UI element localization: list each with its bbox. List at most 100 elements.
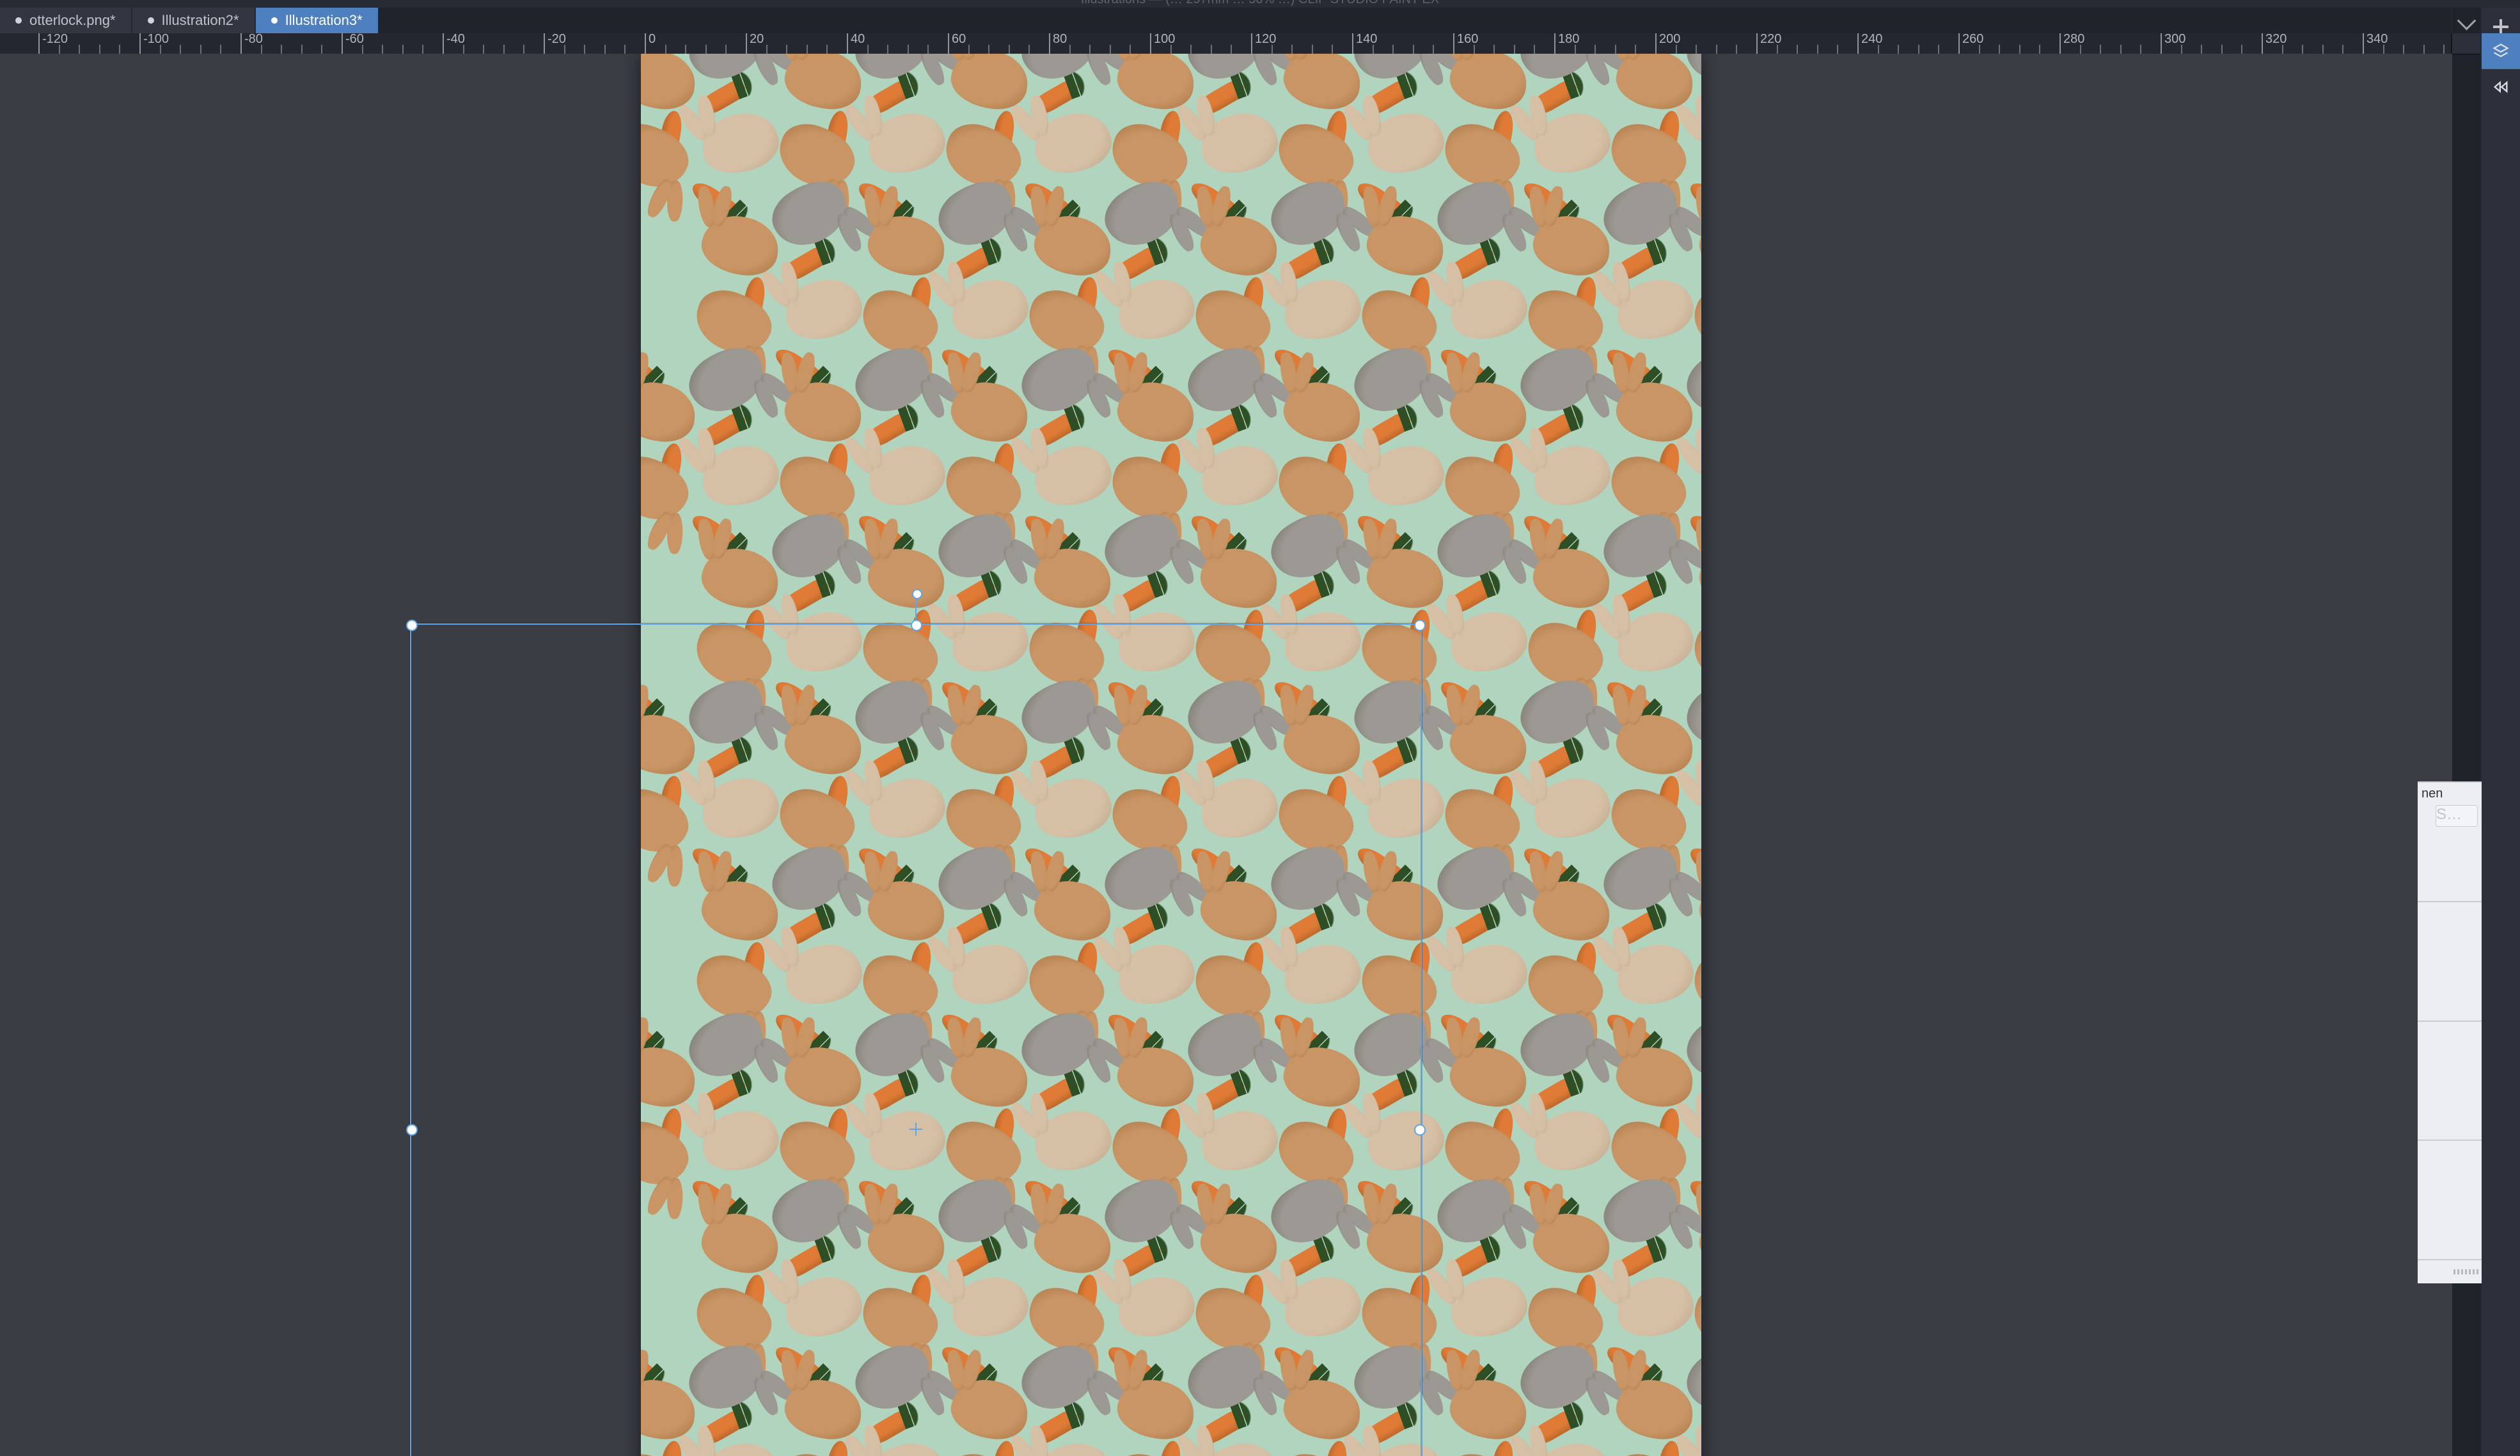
rabbit-motif [1114, 54, 1197, 113]
plus-icon [2493, 19, 2508, 35]
ruler-tick-minor [1514, 45, 1515, 54]
ruler-label: 0 [649, 33, 656, 47]
ruler-tick-minor [1211, 45, 1212, 54]
ruler-label: -120 [42, 33, 68, 47]
rabbit-motif [1609, 935, 1700, 1014]
rabbit-motif [1446, 378, 1530, 446]
tabs-overflow-button[interactable] [2451, 8, 2482, 33]
ruler-tick-major [342, 33, 343, 54]
canvas-viewport[interactable] [0, 54, 2452, 1456]
ruler-tick-minor [1898, 45, 1899, 54]
ruler-tick-minor [503, 45, 505, 54]
ruler-tick-minor [725, 45, 727, 54]
tool-button[interactable] [2482, 69, 2520, 105]
rabbit-motif [1446, 1043, 1530, 1111]
ruler-tick-minor [99, 45, 100, 54]
ruler-corner[interactable] [2451, 33, 2482, 55]
ruler-tick-minor [422, 45, 423, 54]
ruler-tick-minor [1797, 45, 1798, 54]
ruler-tick-minor [1170, 45, 1172, 54]
resize-handle-tm[interactable] [911, 620, 922, 631]
ruler-tick-minor [119, 45, 120, 54]
ruler-tick-minor [1595, 45, 1596, 54]
grip-icon [2453, 1269, 2479, 1274]
dirty-indicator-icon [148, 17, 154, 24]
panel[interactable] [2418, 901, 2482, 1021]
rabbit-motif [1197, 212, 1280, 279]
selection-bounding-box[interactable] [410, 623, 1422, 1456]
ruler-tick-minor [908, 45, 909, 54]
ruler-tick-minor [2120, 45, 2122, 54]
rabbit-motif [1277, 270, 1367, 349]
ruler-tick-major [1655, 33, 1657, 54]
rewind-icon [2492, 78, 2510, 96]
ruler-tick-minor [301, 45, 303, 54]
rabbit-motif [1193, 104, 1284, 183]
ruler-tick-minor [382, 45, 383, 54]
ruler-tick-minor [1028, 45, 1030, 54]
resize-handle-tl[interactable] [406, 620, 418, 631]
rotation-handle[interactable] [912, 589, 922, 599]
document-tab[interactable]: Illustration2* [132, 8, 256, 33]
ruler-tick-major [2161, 33, 2162, 54]
panel[interactable] [2418, 1139, 2482, 1259]
document-tab[interactable]: otterlock.png* [0, 8, 132, 33]
ruler-tick-minor [1312, 45, 1313, 54]
ruler-tick-minor [604, 45, 606, 54]
ruler-tick-minor [2383, 45, 2384, 54]
rabbit-motif [778, 270, 869, 349]
right-panel-stack: nen S… [2418, 781, 2482, 1283]
window-titlebar: Illustrations — (… 297mm … 50% …) CLIP S… [0, 0, 2520, 8]
ruler-tick-minor [988, 45, 989, 54]
rabbit-motif [1110, 270, 1201, 349]
rabbit-motif [864, 544, 948, 612]
ruler-tick-minor [160, 45, 161, 54]
resize-handle-ml[interactable] [406, 1124, 418, 1136]
ruler-tick-major [1857, 33, 1859, 54]
tool-button[interactable] [2482, 33, 2520, 69]
window-title: Illustrations — (… 297mm … 50% …) CLIP S… [1081, 0, 1439, 7]
ruler-label: 240 [1861, 33, 1882, 47]
ruler-label: -20 [547, 33, 566, 47]
panel-grip-bar[interactable] [2418, 1259, 2482, 1283]
ruler-tick-minor [1878, 45, 1879, 54]
ruler-tick-major [2262, 33, 2263, 54]
ruler-label: 120 [1255, 33, 1276, 47]
rabbit-motif [1612, 1043, 1696, 1111]
rabbit-motif [1609, 603, 1700, 682]
rabbit-motif [1193, 437, 1284, 515]
transform-pivot-icon[interactable] [910, 1123, 922, 1136]
ruler-tick-major [443, 33, 444, 54]
ruler-tick-major [1150, 33, 1151, 54]
ruler-tick-minor [665, 45, 666, 54]
rabbit-motif [861, 104, 952, 183]
ruler-tick-minor [1696, 45, 1697, 54]
document-tab-active[interactable]: Illustration3* [256, 8, 379, 33]
ruler-tick-minor [2282, 45, 2283, 54]
ruler-tick-minor [624, 45, 626, 54]
ruler-tick-minor [1979, 45, 1980, 54]
horizontal-ruler[interactable]: -120-100-80-60-40-2002040608010012014016… [0, 33, 2452, 55]
rabbit-motif [1692, 1434, 1701, 1456]
tab-label: Illustration2* [162, 12, 239, 29]
tab-label: Illustration3* [285, 12, 363, 29]
resize-handle-tr[interactable] [1414, 620, 1426, 631]
ruler-tick-minor [362, 45, 363, 54]
ruler-label: -40 [446, 33, 465, 47]
ruler-tick-minor [1009, 45, 1010, 54]
rabbit-motif [781, 54, 865, 113]
ruler-tick-minor [968, 45, 970, 54]
rabbit-motif [1114, 378, 1197, 446]
resize-handle-mr[interactable] [1414, 1124, 1426, 1136]
ruler-tick-minor [79, 45, 80, 54]
panel[interactable]: nen S… [2418, 781, 2482, 901]
rabbit-motif [1443, 1268, 1534, 1347]
panel-button[interactable]: S… [2436, 805, 2478, 827]
rabbit-motif [1529, 212, 1613, 279]
ruler-tick-minor [685, 45, 686, 54]
ruler-tick-minor [1777, 45, 1778, 54]
ruler-label: 220 [1760, 33, 1781, 47]
ruler-label: 180 [1558, 33, 1579, 47]
panel[interactable] [2418, 1021, 2482, 1140]
rabbit-motif [864, 212, 948, 279]
